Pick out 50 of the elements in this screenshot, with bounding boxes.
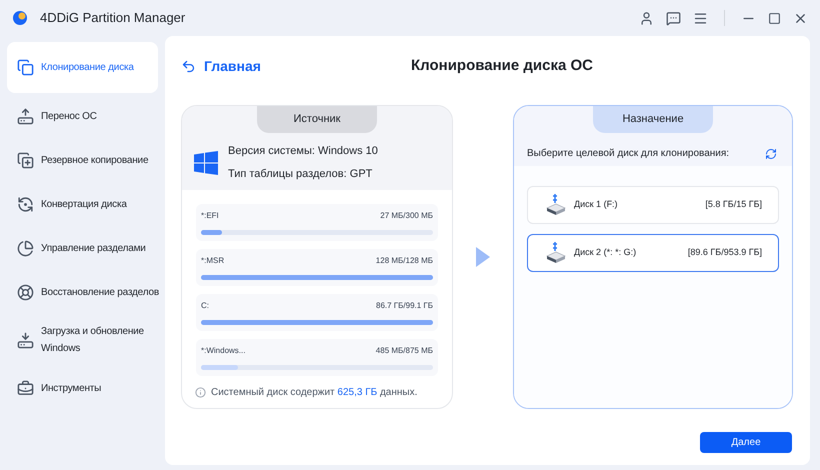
target-disk-prompt: Выберите целевой диск для клонирования: <box>527 147 730 161</box>
refresh-icon[interactable] <box>765 148 777 160</box>
pie-chart-icon <box>17 240 34 256</box>
sidebar-item[interactable]: Резервное копирование <box>7 138 158 182</box>
lifebuoy-icon <box>17 284 34 300</box>
sidebar-item[interactable]: Управление разделами <box>7 226 158 270</box>
feedback-icon[interactable] <box>666 10 681 26</box>
os-version: Версия системы: Windows 10 <box>228 144 378 159</box>
sidebar-item[interactable]: Клонирование диска <box>7 42 158 93</box>
copy-icon <box>17 59 34 76</box>
next-button[interactable]: Далее <box>700 432 792 453</box>
sidebar-item[interactable]: Загрузка и обновление Windows <box>7 314 158 366</box>
partition-usage: 86.7 ГБ/99.1 ГБ <box>376 300 433 312</box>
windows-logo-icon <box>194 150 218 174</box>
partition-usage: 27 МБ/300 МБ <box>380 210 433 222</box>
disk-usage: [5.8 ГБ/15 ГБ] <box>705 198 762 212</box>
back-arrow-icon <box>181 58 196 74</box>
toolbox-icon <box>17 380 34 396</box>
disk-option[interactable]: Диск 1 (F:) [5.8 ГБ/15 ГБ] <box>527 186 779 224</box>
window-title: 4DDiG Partition Manager <box>40 9 186 28</box>
info-icon <box>195 387 206 398</box>
partition-usage: 128 МБ/128 МБ <box>376 255 433 267</box>
disk-name: Диск 1 (F:) <box>574 198 618 212</box>
usb-drive-icon <box>546 242 566 264</box>
partition-usage: 485 МБ/875 МБ <box>376 345 433 357</box>
account-icon[interactable] <box>639 10 654 26</box>
app-logo-icon <box>12 10 28 26</box>
copy-icon <box>17 152 34 168</box>
menu-icon[interactable] <box>693 10 708 26</box>
maximize-icon[interactable] <box>768 12 781 24</box>
page-title: Клонирование диска ОС <box>411 56 594 76</box>
back-link[interactable]: Главная <box>181 56 411 76</box>
disk-name: Диск 2 (*: *: G:) <box>574 246 636 260</box>
partition-table-type: Тип таблицы разделов: GPT <box>228 166 374 182</box>
sidebar-item[interactable]: Конвертация диска <box>7 182 158 226</box>
disk-usage: [89.6 ГБ/953.9 ГБ] <box>688 246 762 260</box>
disk-option[interactable]: Диск 2 (*: *: G:) [89.6 ГБ/953.9 ГБ] <box>527 234 779 272</box>
partition-name: C: <box>201 300 209 312</box>
usb-drive-icon <box>546 194 566 216</box>
drive-icon <box>17 332 34 348</box>
refresh-icon <box>17 196 34 212</box>
drive-icon <box>17 108 34 124</box>
partition-name: *:EFI <box>201 210 219 222</box>
sidebar-item[interactable]: Перенос ОС <box>7 94 158 138</box>
sidebar-item[interactable]: Восстановление разделов <box>7 270 158 314</box>
sidebar-item[interactable]: Инструменты <box>7 366 158 410</box>
data-size-note: Системный диск содержит 625,3 ГБ данных. <box>211 386 418 400</box>
partition-name: *:MSR <box>201 255 224 267</box>
partition-name: *:Windows... <box>201 345 246 357</box>
arrow-icon <box>476 247 490 267</box>
